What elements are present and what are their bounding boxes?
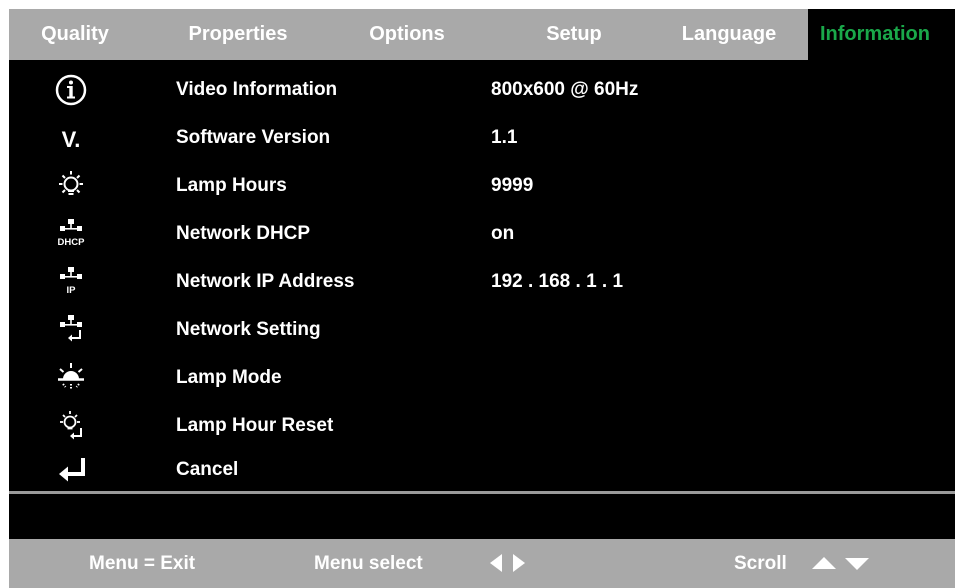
menu-item-label: Lamp Hour Reset — [176, 415, 334, 436]
left-arrow-icon — [490, 554, 502, 572]
tab-language[interactable]: Language — [667, 9, 791, 60]
menu-item-network-setting[interactable]: Network Setting — [9, 306, 955, 354]
tab-options[interactable]: Options — [357, 9, 457, 60]
right-arrow-icon — [513, 554, 525, 572]
lamp-bulb-icon — [51, 166, 91, 206]
menu-select-hint: Menu select — [314, 553, 423, 574]
footer-bar: Menu = Exit Menu select Scroll — [9, 539, 955, 588]
up-arrow-icon — [812, 557, 836, 569]
menu-item-lamp-mode[interactable]: Lamp Mode — [9, 354, 955, 402]
menu-item-label: Network DHCP — [176, 223, 311, 244]
menu-item-value: 1.1 — [491, 127, 518, 148]
menu-item-software-version[interactable]: V. Software Version 1.1 — [9, 114, 955, 162]
enter-arrow-icon — [51, 450, 91, 490]
network-setting-icon — [51, 310, 91, 350]
menu-exit-hint: Menu = Exit — [89, 553, 196, 574]
tab-properties[interactable]: Properties — [179, 9, 297, 60]
menu-item-label: Cancel — [176, 459, 239, 480]
menu-item-label: Lamp Mode — [176, 367, 282, 388]
menu-item-lamp-hours[interactable]: Lamp Hours 9999 — [9, 162, 955, 210]
info-icon — [51, 70, 91, 110]
tab-quality[interactable]: Quality — [9, 9, 141, 60]
menu-item-label: Network Setting — [176, 319, 321, 340]
menu-item-lamp-hour-reset[interactable]: Lamp Hour Reset — [9, 402, 955, 450]
menu-item-label: Lamp Hours — [176, 175, 287, 196]
menu-item-label: Network IP Address — [176, 271, 355, 292]
menu-item-network-dhcp[interactable]: DHCP Network DHCP on — [9, 210, 955, 258]
menu-item-video-information[interactable]: Video Information 800x600 @ 60Hz — [9, 66, 955, 114]
menu-item-cancel[interactable]: Cancel — [9, 446, 955, 494]
divider — [9, 491, 955, 494]
tab-information[interactable]: Information — [808, 9, 955, 60]
osd-menu: Quality Properties Options Setup Languag… — [9, 9, 955, 588]
scroll-hint: Scroll — [734, 553, 787, 574]
network-dhcp-icon: DHCP — [51, 214, 91, 254]
lamp-mode-icon — [51, 358, 91, 398]
svg-text:V.: V. — [62, 127, 81, 152]
down-arrow-icon — [845, 558, 869, 570]
menu-item-label: Software Version — [176, 127, 331, 148]
tab-setup[interactable]: Setup — [524, 9, 624, 60]
menu-item-value: 192 . 168 . 1 . 1 — [491, 271, 624, 292]
version-icon: V. — [51, 118, 91, 158]
svg-text:IP: IP — [67, 285, 77, 296]
menu-item-value: 9999 — [491, 175, 534, 196]
tab-bar: Quality Properties Options Setup Languag… — [9, 9, 955, 60]
lamp-reset-icon — [51, 406, 91, 446]
menu-item-value: on — [491, 223, 515, 244]
menu-item-network-ip-address[interactable]: IP Network IP Address 192 . 168 . 1 . 1 — [9, 258, 955, 306]
network-ip-icon: IP — [51, 262, 91, 302]
menu-item-label: Video Information — [176, 79, 338, 100]
menu-item-value: 800x600 @ 60Hz — [491, 79, 639, 100]
svg-text:DHCP: DHCP — [58, 237, 86, 248]
